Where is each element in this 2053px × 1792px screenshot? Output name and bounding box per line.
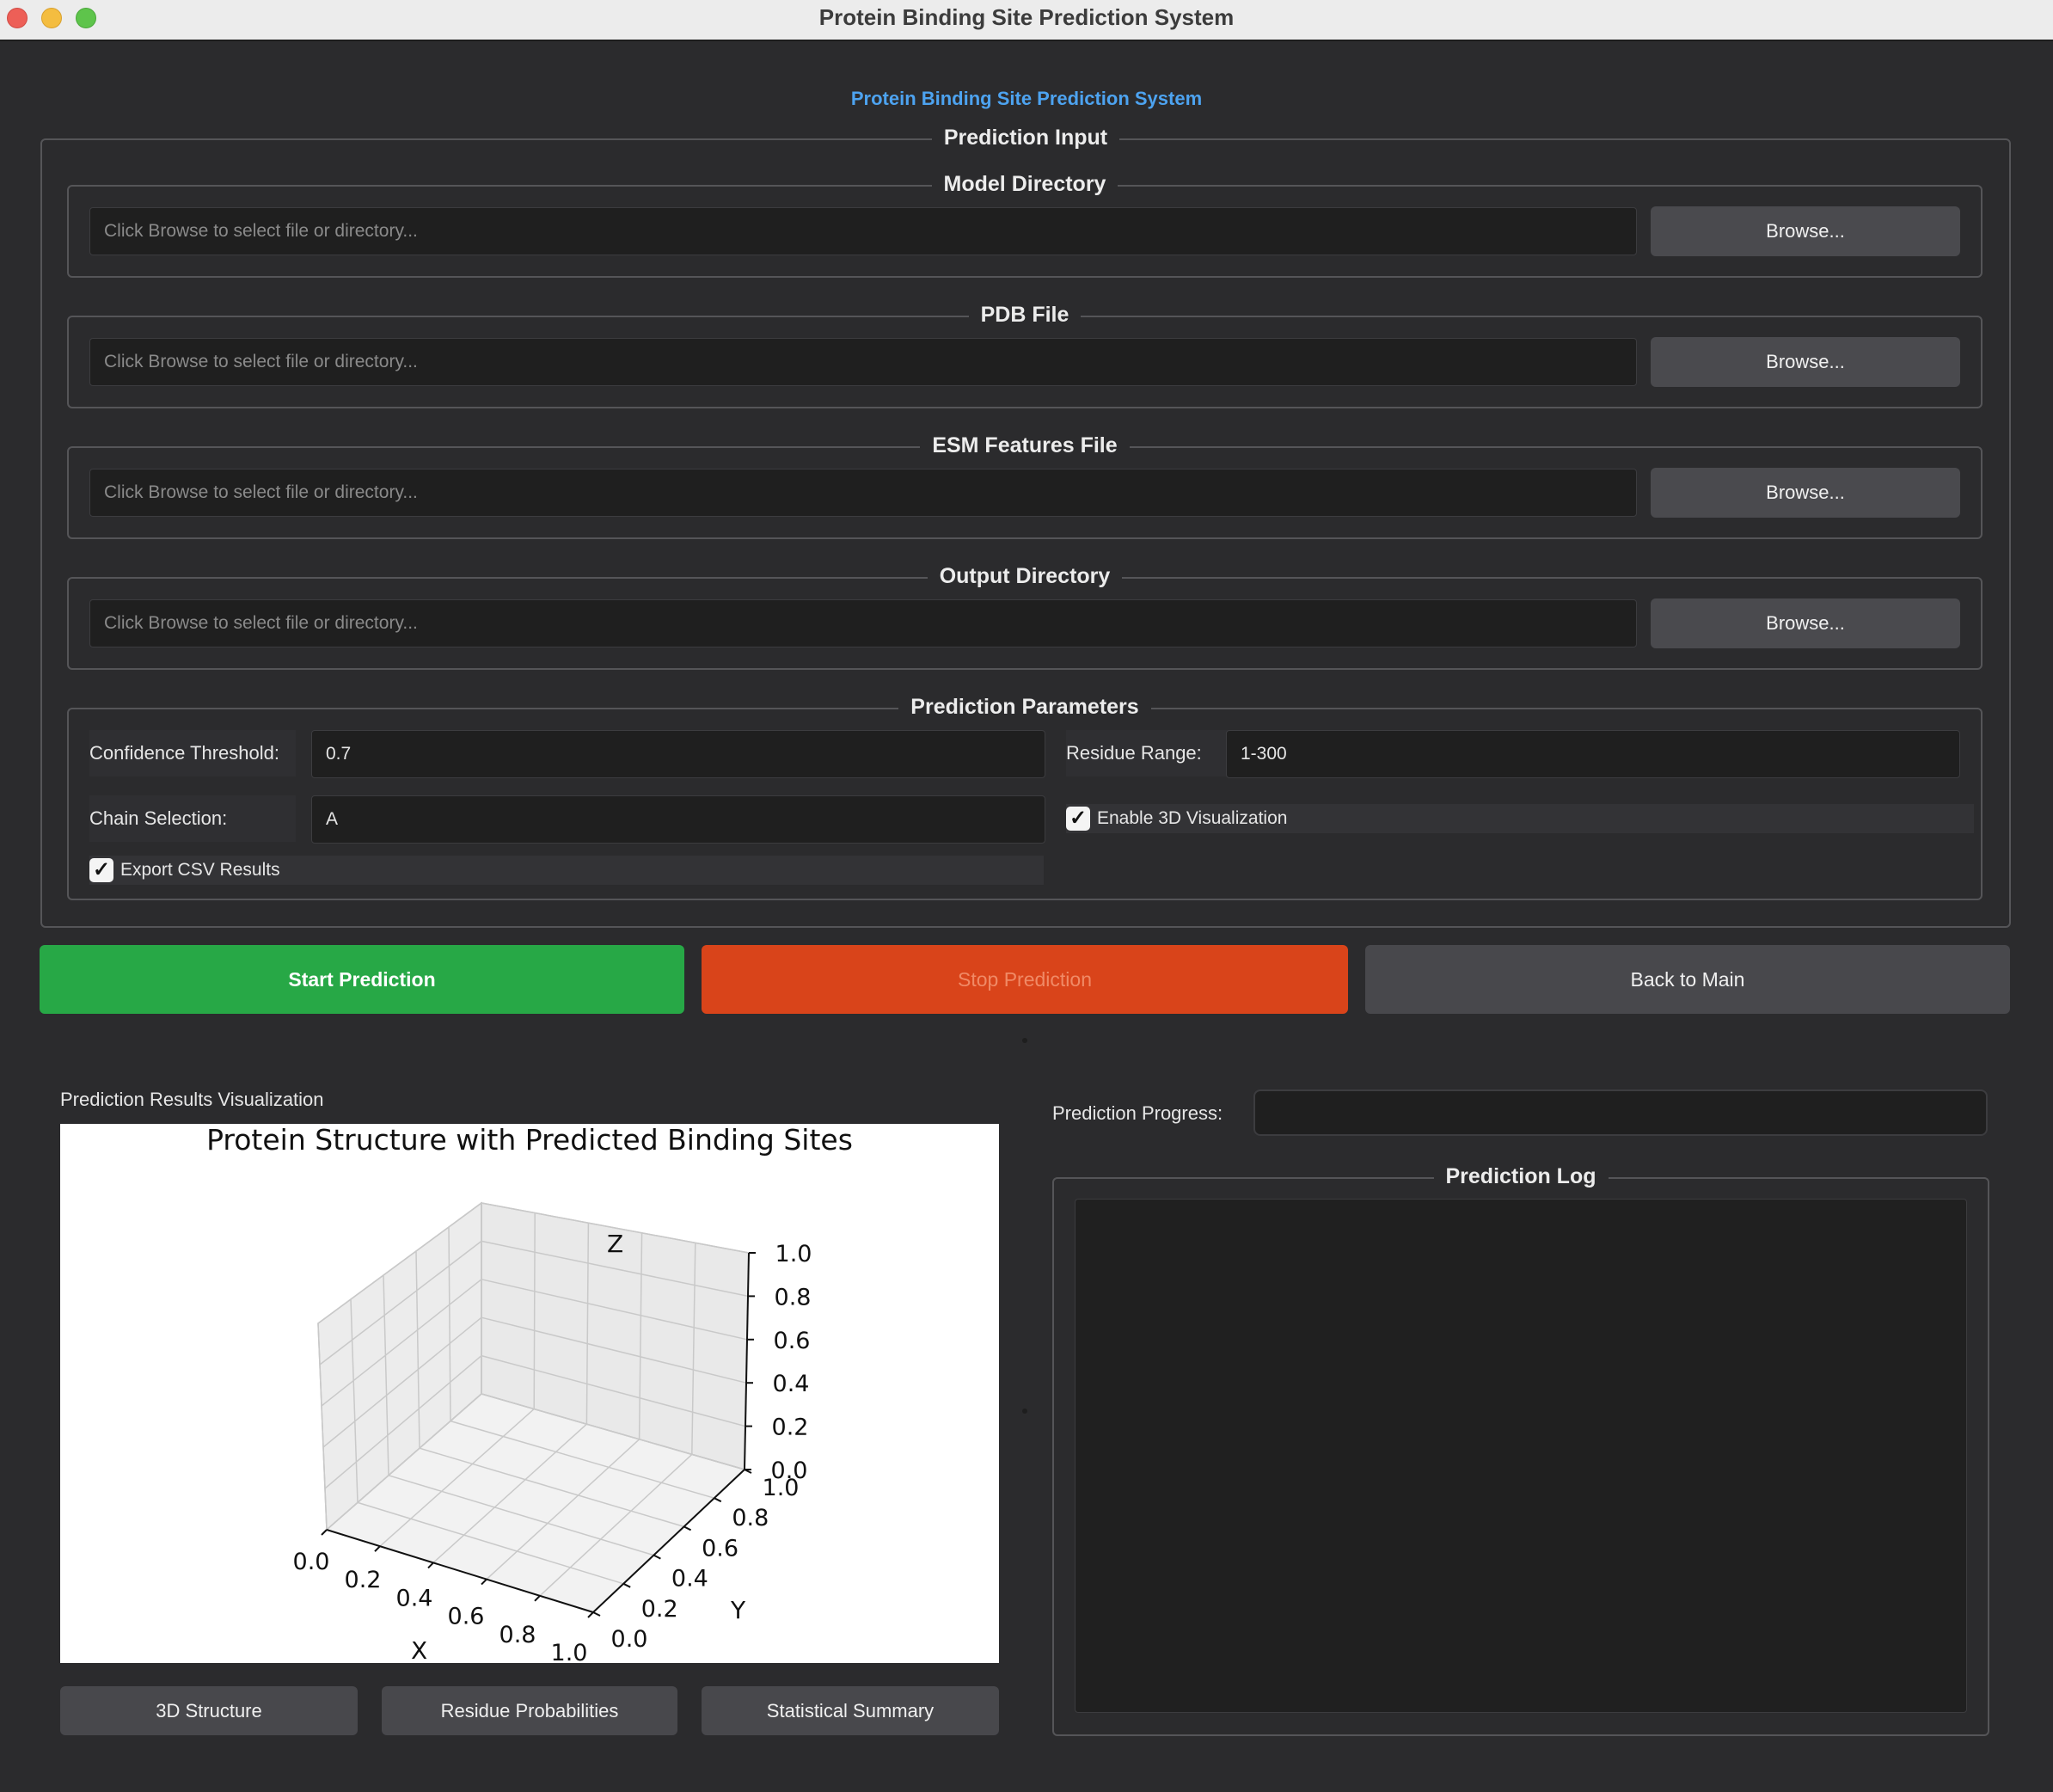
x-tick	[587, 1611, 594, 1618]
esm-features-group: ESM Features File Click Browse to select…	[67, 433, 1983, 539]
y-tick-label: 0.6	[702, 1535, 738, 1562]
y-tick-label: 0.8	[732, 1505, 769, 1531]
x-tick-label: 0.4	[396, 1585, 433, 1611]
z-tick-label: 0.4	[773, 1371, 810, 1397]
z-tick-label: 0.8	[775, 1284, 812, 1310]
chart-title: Protein Structure with Predicted Binding…	[206, 1124, 853, 1157]
y-tick-label: 0.0	[611, 1626, 648, 1653]
y-tick	[653, 1554, 661, 1560]
x-tick	[427, 1562, 434, 1569]
y-tick	[683, 1525, 692, 1531]
pdb-file-group: PDB File Click Browse to select file or …	[67, 303, 1983, 408]
enable-3d-visualization-label: Enable 3D Visualization	[1097, 808, 1288, 828]
pdb-file-input[interactable]: Click Browse to select file or directory…	[89, 338, 1637, 386]
back-to-main-button[interactable]: Back to Main	[1365, 945, 2010, 1014]
export-csv-results-label: Export CSV Results	[120, 860, 280, 880]
x-tick	[481, 1578, 487, 1586]
x-tick-label: 0.8	[499, 1622, 536, 1648]
chain-selection-input[interactable]: A	[311, 795, 1045, 844]
z-tick-label: 0.6	[774, 1328, 811, 1354]
results-visualization-label: Prediction Results Visualization	[60, 1089, 324, 1110]
y-tick-label: 1.0	[763, 1475, 800, 1501]
y-tick	[592, 1611, 601, 1617]
x-tick	[534, 1595, 541, 1602]
stop-prediction-button[interactable]: Stop Prediction	[702, 945, 1348, 1014]
tab-statistical-summary[interactable]: Statistical Summary	[702, 1686, 999, 1735]
plot-svg: Protein Structure with Predicted Binding…	[206, 1124, 853, 1663]
x-tick-label: 0.6	[448, 1604, 485, 1630]
prediction-input-title: Prediction Input	[931, 126, 1120, 150]
chain-selection-label: Chain Selection:	[89, 795, 296, 842]
x-tick	[321, 1529, 328, 1536]
prediction-parameters-group: Prediction Parameters Confidence Thresho…	[67, 695, 1983, 900]
prediction-progress-bar	[1253, 1089, 1988, 1136]
checkmark-icon: ✓	[89, 858, 113, 882]
x-tick-label: 1.0	[551, 1640, 588, 1663]
output-directory-browse-button[interactable]: Browse...	[1651, 598, 1960, 648]
binding-site-3d-plot[interactable]: Protein Structure with Predicted Binding…	[60, 1124, 999, 1663]
start-prediction-button[interactable]: Start Prediction	[40, 945, 684, 1014]
x-tick-label: 0.0	[293, 1549, 330, 1575]
model-directory-group: Model Directory Click Browse to select f…	[67, 172, 1983, 278]
pdb-file-browse-button[interactable]: Browse...	[1651, 337, 1960, 387]
tab-residue-probabilities[interactable]: Residue Probabilities	[382, 1686, 677, 1735]
checkmark-icon: ✓	[1066, 807, 1090, 831]
model-directory-browse-button[interactable]: Browse...	[1651, 206, 1960, 256]
y-axis-label: Y	[730, 1596, 746, 1624]
z-axis-label: Z	[607, 1230, 623, 1258]
y-tick	[622, 1582, 631, 1588]
y-tick-label: 0.4	[671, 1566, 708, 1593]
window-title: Protein Binding Site Prediction System	[818, 4, 1235, 30]
x-axis-label: X	[411, 1636, 427, 1663]
grid-line	[533, 1212, 536, 1409]
confidence-threshold-label: Confidence Threshold:	[89, 730, 296, 776]
export-csv-results-checkbox[interactable]: ✓ Export CSV Results	[89, 856, 1044, 885]
model-directory-input[interactable]: Click Browse to select file or directory…	[89, 207, 1637, 255]
prediction-progress-label: Prediction Progress:	[1052, 1102, 1223, 1124]
splitter-handle[interactable]	[1022, 1038, 1027, 1043]
x-tick-label: 0.2	[345, 1567, 382, 1593]
z-tick-label: 1.0	[775, 1241, 812, 1267]
confidence-threshold-input[interactable]: 0.7	[311, 730, 1045, 778]
enable-3d-visualization-checkbox[interactable]: ✓ Enable 3D Visualization	[1066, 804, 1974, 833]
y-tick-label: 0.2	[641, 1596, 678, 1623]
x-tick	[374, 1545, 381, 1552]
residue-range-input[interactable]: 1-300	[1226, 730, 1960, 778]
esm-features-input[interactable]: Click Browse to select file or directory…	[89, 469, 1637, 517]
output-directory-input[interactable]: Click Browse to select file or directory…	[89, 599, 1637, 647]
z-tick-label: 0.2	[772, 1415, 809, 1441]
tab-3d-structure[interactable]: 3D Structure	[60, 1686, 358, 1735]
output-directory-group: Output Directory Click Browse to select …	[67, 564, 1983, 670]
window-titlebar: Protein Binding Site Prediction System	[0, 0, 2053, 41]
y-tick	[714, 1497, 722, 1503]
prediction-log-title: Prediction Log	[1433, 1164, 1609, 1188]
app-heading: Protein Binding Site Prediction System	[850, 88, 1203, 109]
esm-features-browse-button[interactable]: Browse...	[1651, 468, 1960, 518]
splitter-handle[interactable]	[1022, 1408, 1027, 1414]
prediction-log-textarea[interactable]	[1075, 1199, 1967, 1713]
